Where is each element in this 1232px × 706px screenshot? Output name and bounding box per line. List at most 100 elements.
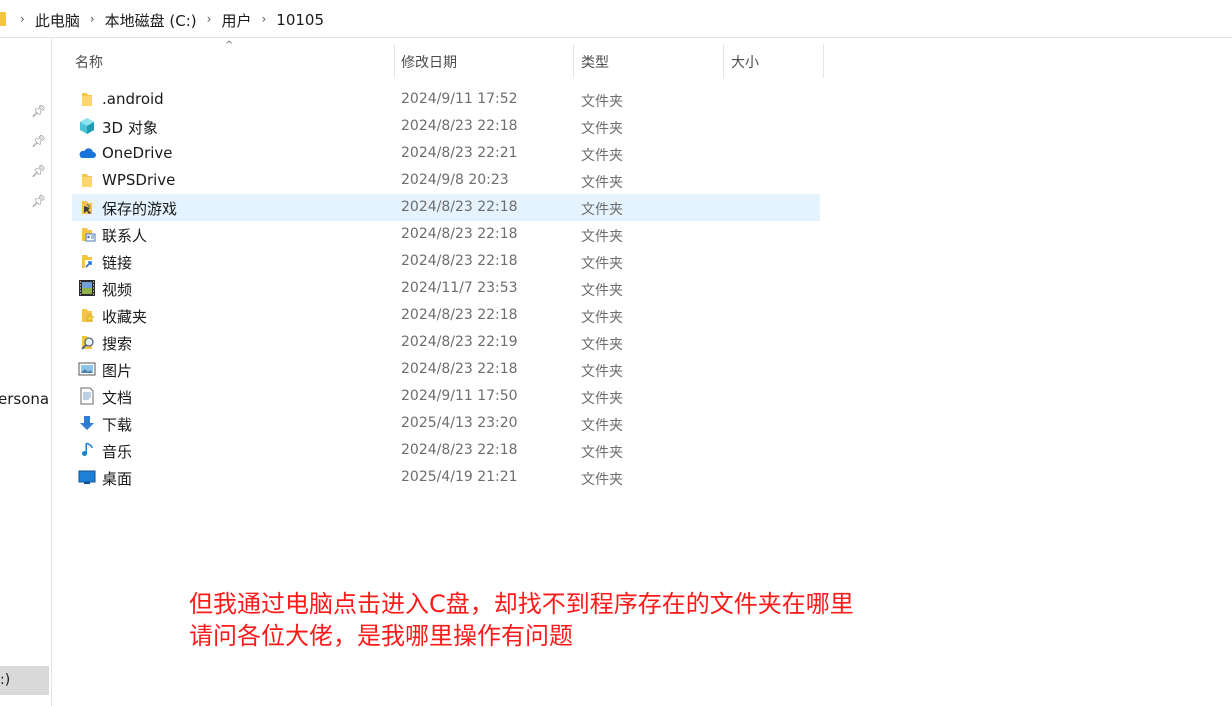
favorites-icon xyxy=(78,306,96,324)
pin-icon[interactable]: 📌︎ xyxy=(31,164,46,178)
file-row[interactable]: 音乐 2024/8/23 22:18 文件夹 xyxy=(72,437,820,464)
3d-objects-icon xyxy=(78,117,96,135)
file-row[interactable]: 下载 2025/4/13 23:20 文件夹 xyxy=(72,410,820,437)
breadcrumb-item-user-folder[interactable]: 10105 xyxy=(276,11,324,29)
music-icon xyxy=(78,441,96,459)
file-modified-date: 2024/8/23 22:18 xyxy=(401,307,518,323)
file-type: 文件夹 xyxy=(581,391,623,407)
file-row[interactable]: 文档 2024/9/11 17:50 文件夹 xyxy=(72,383,820,410)
file-modified-date: 2024/8/23 22:18 xyxy=(401,199,518,215)
file-row[interactable]: OneDrive 2024/8/23 22:21 文件夹 xyxy=(72,140,820,167)
file-type: 文件夹 xyxy=(581,256,623,272)
nav-item-c-drive[interactable]: :) xyxy=(0,666,49,695)
annotation-line-2: 请问各位大佬，是我哪里操作有问题 xyxy=(189,622,573,650)
pin-icon[interactable]: 📌︎ xyxy=(31,194,46,208)
chevron-right-icon[interactable]: › xyxy=(261,12,266,26)
file-name: 图片 xyxy=(102,362,133,380)
documents-icon xyxy=(78,387,96,405)
file-type: 文件夹 xyxy=(581,94,623,110)
file-type: 文件夹 xyxy=(581,121,623,137)
downloads-icon xyxy=(78,414,96,432)
nav-item-personal[interactable]: ersona xyxy=(0,390,49,408)
file-modified-date: 2024/8/23 22:18 xyxy=(401,361,518,377)
file-type: 文件夹 xyxy=(581,202,623,218)
file-name: 音乐 xyxy=(102,443,133,461)
videos-icon xyxy=(78,279,96,297)
file-name: 3D 对象 xyxy=(102,119,158,137)
file-type: 文件夹 xyxy=(581,175,623,191)
file-name: 联系人 xyxy=(102,227,148,245)
file-name: WPSDrive xyxy=(102,171,176,189)
file-name: 收藏夹 xyxy=(102,308,148,326)
column-divider[interactable] xyxy=(573,44,574,78)
file-modified-date: 2024/9/8 20:23 xyxy=(401,172,509,188)
address-bar[interactable]: › 此电脑 › 本地磁盘 (C:) › 用户 › 10105 xyxy=(0,0,1232,38)
column-header-date[interactable]: 修改日期 xyxy=(401,52,457,72)
file-modified-date: 2025/4/19 21:21 xyxy=(401,469,518,485)
file-modified-date: 2024/11/7 23:53 xyxy=(401,280,518,296)
links-icon xyxy=(78,252,96,270)
folder-icon xyxy=(0,12,6,26)
file-row[interactable]: 联系人 2024/8/23 22:18 文件夹 xyxy=(72,221,820,248)
folder-icon xyxy=(78,171,96,189)
file-row[interactable]: 搜索 2024/8/23 22:19 文件夹 xyxy=(72,329,820,356)
file-row[interactable]: WPSDrive 2024/9/8 20:23 文件夹 xyxy=(72,167,820,194)
file-name: 下载 xyxy=(102,416,133,434)
file-row[interactable]: .android 2024/9/11 17:52 文件夹 xyxy=(72,86,820,113)
saved-games-icon xyxy=(78,198,96,216)
file-type: 文件夹 xyxy=(581,229,623,245)
file-row[interactable]: 链接 2024/8/23 22:18 文件夹 xyxy=(72,248,820,275)
breadcrumb-item-local-disk[interactable]: 本地磁盘 (C:) xyxy=(105,10,197,31)
pin-icon[interactable]: 📌︎ xyxy=(31,134,46,148)
breadcrumb: › 此电脑 › 本地磁盘 (C:) › 用户 › 10105 xyxy=(16,10,324,30)
file-modified-date: 2024/9/11 17:52 xyxy=(401,91,518,107)
file-type: 文件夹 xyxy=(581,472,623,488)
file-type: 文件夹 xyxy=(581,418,623,434)
file-name: 搜索 xyxy=(102,335,133,353)
pin-icon[interactable]: 📌︎ xyxy=(31,104,46,118)
file-name: 桌面 xyxy=(102,470,133,488)
file-modified-date: 2024/8/23 22:21 xyxy=(401,145,518,161)
file-type: 文件夹 xyxy=(581,148,623,164)
file-type: 文件夹 xyxy=(581,445,623,461)
file-row[interactable]: 桌面 2025/4/19 21:21 文件夹 xyxy=(72,464,820,491)
file-name: 视频 xyxy=(102,281,133,299)
chevron-right-icon[interactable]: › xyxy=(90,12,95,26)
file-row[interactable]: 图片 2024/8/23 22:18 文件夹 xyxy=(72,356,820,383)
searches-icon xyxy=(78,333,96,351)
file-modified-date: 2024/8/23 22:18 xyxy=(401,253,518,269)
column-divider[interactable] xyxy=(723,44,724,78)
file-name: 文档 xyxy=(102,389,133,407)
breadcrumb-item-this-pc[interactable]: 此电脑 xyxy=(35,10,80,31)
file-type: 文件夹 xyxy=(581,310,623,326)
file-name: OneDrive xyxy=(102,144,173,162)
column-divider[interactable] xyxy=(394,44,395,78)
navigation-pane[interactable]: 📌︎ 📌︎ 📌︎ 📌︎ ersona :) xyxy=(0,38,52,706)
onedrive-cloud-icon xyxy=(78,144,96,162)
file-name: 链接 xyxy=(102,254,133,272)
file-row[interactable]: 3D 对象 2024/8/23 22:18 文件夹 xyxy=(72,113,820,140)
file-modified-date: 2024/8/23 22:18 xyxy=(401,442,518,458)
file-modified-date: 2024/8/23 22:18 xyxy=(401,118,518,134)
column-divider[interactable] xyxy=(823,44,824,78)
column-header-name[interactable]: 名称 xyxy=(75,52,103,72)
annotation-text: 但我通过电脑点击进入C盘，却找不到程序存在的文件夹在哪里 请问各位大佬，是我哪里… xyxy=(189,588,854,652)
file-modified-date: 2025/4/13 23:20 xyxy=(401,415,518,431)
file-row[interactable]: 视频 2024/11/7 23:53 文件夹 xyxy=(72,275,820,302)
file-row[interactable]: 保存的游戏 2024/8/23 22:18 文件夹 xyxy=(72,194,820,221)
folder-icon xyxy=(78,90,96,108)
file-type: 文件夹 xyxy=(581,337,623,353)
file-name: .android xyxy=(102,90,164,108)
chevron-right-icon[interactable]: › xyxy=(20,12,25,26)
file-row[interactable]: 收藏夹 2024/8/23 22:18 文件夹 xyxy=(72,302,820,329)
breadcrumb-item-users[interactable]: 用户 xyxy=(221,10,251,31)
chevron-right-icon[interactable]: › xyxy=(207,12,212,26)
column-header-type[interactable]: 类型 xyxy=(581,52,609,72)
file-type: 文件夹 xyxy=(581,364,623,380)
file-modified-date: 2024/8/23 22:18 xyxy=(401,226,518,242)
file-list: .android 2024/9/11 17:52 文件夹 3D 对象 2024/8/23… xyxy=(72,86,820,491)
column-header-size[interactable]: 大小 xyxy=(731,52,759,72)
file-name: 保存的游戏 xyxy=(102,200,178,218)
file-modified-date: 2024/9/11 17:50 xyxy=(401,388,518,404)
desktop-icon xyxy=(78,468,96,486)
